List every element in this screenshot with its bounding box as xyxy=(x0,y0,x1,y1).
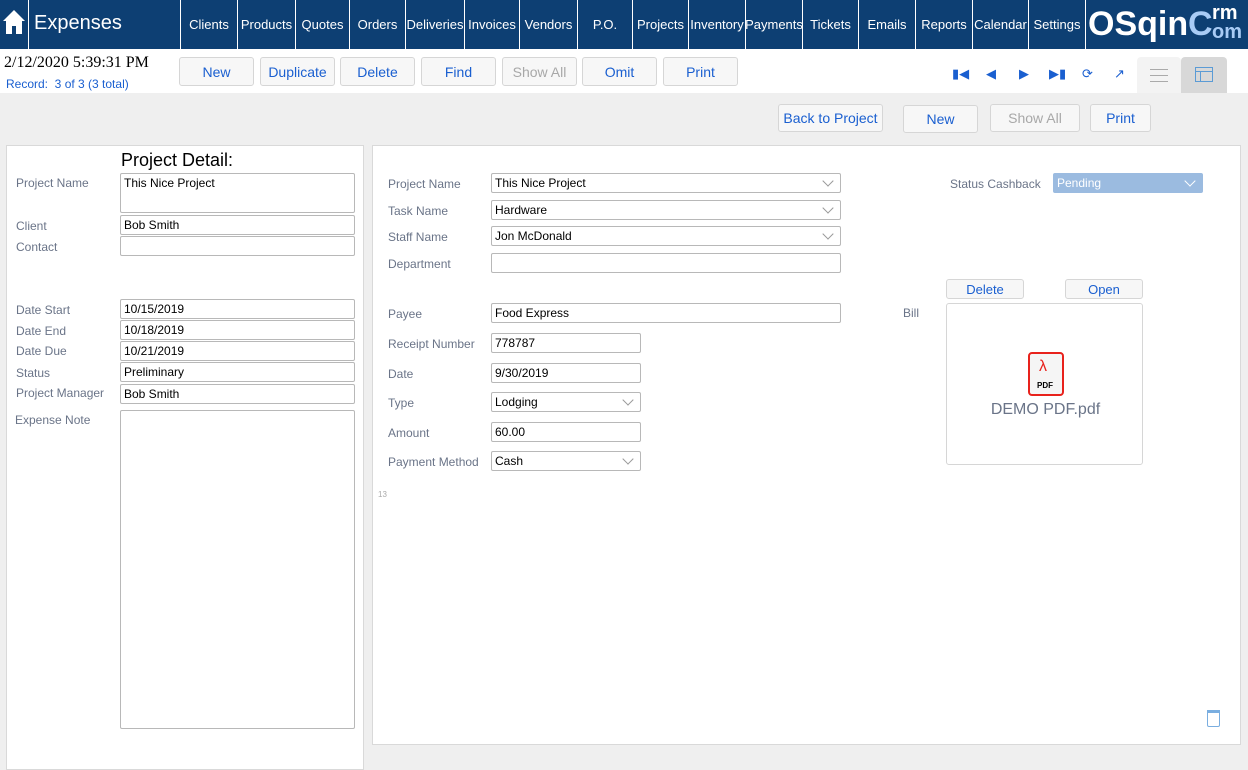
print-button[interactable]: Print xyxy=(663,57,738,86)
bill-container[interactable]: λ PDF DEMO PDF.pdf xyxy=(946,303,1143,465)
find-button[interactable]: Find xyxy=(421,57,496,86)
external-link-icon[interactable]: ↗ xyxy=(1114,66,1125,82)
back-to-project-button[interactable]: Back to Project xyxy=(778,104,883,132)
date-due-field[interactable]: 10/21/2019 xyxy=(120,341,355,361)
show-all-expenses-button[interactable]: Show All xyxy=(990,104,1080,132)
client-field[interactable]: Bob Smith xyxy=(120,215,355,235)
department-field[interactable] xyxy=(491,253,841,273)
previous-record-icon[interactable]: ◀ xyxy=(986,66,996,82)
nav-payments[interactable]: Payments xyxy=(745,0,803,49)
first-record-icon[interactable]: ▮◀ xyxy=(952,66,969,82)
date-field[interactable]: 9/30/2019 xyxy=(491,363,641,383)
new-button[interactable]: New xyxy=(179,57,254,86)
home-icon[interactable] xyxy=(2,8,26,36)
nav-tickets[interactable]: Tickets xyxy=(802,0,858,49)
pdf-icon: λ PDF xyxy=(1028,352,1064,396)
refresh-icon[interactable]: ⟳ xyxy=(1082,66,1093,82)
form-view-icon[interactable] xyxy=(1181,57,1227,93)
nav-settings[interactable]: Settings xyxy=(1028,0,1085,49)
project-manager-field[interactable]: Bob Smith xyxy=(120,384,355,404)
status-cashback-select[interactable]: Pending xyxy=(1053,173,1203,193)
nav-products[interactable]: Products xyxy=(237,0,295,49)
print-expense-button[interactable]: Print xyxy=(1090,104,1151,132)
status-field[interactable]: Preliminary xyxy=(120,362,355,382)
nav-vendors[interactable]: Vendors xyxy=(519,0,577,49)
nav-inventory[interactable]: Inventory xyxy=(688,0,745,49)
nav-calendar[interactable]: Calendar xyxy=(972,0,1028,49)
nav-reports[interactable]: Reports xyxy=(915,0,972,49)
next-record-icon[interactable]: ▶ xyxy=(1019,66,1029,82)
type-select[interactable]: Lodging xyxy=(491,392,641,412)
show-all-button[interactable]: Show All xyxy=(502,57,577,86)
nav-invoices[interactable]: Invoices xyxy=(464,0,519,49)
open-bill-button[interactable]: Open xyxy=(1065,279,1143,299)
expense-note-field[interactable] xyxy=(120,410,355,729)
payee-field[interactable]: Food Express xyxy=(491,303,841,323)
project-name-field[interactable]: This Nice Project xyxy=(120,173,355,213)
payment-method-select[interactable]: Cash xyxy=(491,451,641,471)
contact-field[interactable] xyxy=(120,236,355,256)
nav-quotes[interactable]: Quotes xyxy=(295,0,349,49)
datetime: 2/12/2020 5:39:31 PM xyxy=(4,54,149,71)
nav-emails[interactable]: Emails xyxy=(858,0,915,49)
amount-field[interactable]: 60.00 xyxy=(491,422,641,442)
omit-button[interactable]: Omit xyxy=(582,57,657,86)
small-number: 13 xyxy=(378,490,387,499)
top-nav: Expenses Clients Products Quotes Orders Deli… xyxy=(0,0,1248,49)
trash-icon[interactable] xyxy=(1207,710,1220,727)
date-end-field[interactable]: 10/18/2019 xyxy=(120,320,355,340)
record-counter: Record: 3 of 3 (3 total) xyxy=(6,77,129,91)
duplicate-button[interactable]: Duplicate xyxy=(260,57,335,86)
last-record-icon[interactable]: ▶▮ xyxy=(1049,66,1066,82)
delete-button[interactable]: Delete xyxy=(340,57,415,86)
nav-clients[interactable]: Clients xyxy=(180,0,237,49)
nav-orders[interactable]: Orders xyxy=(349,0,405,49)
list-view-icon[interactable] xyxy=(1137,57,1181,93)
project-detail-title: Project Detail: xyxy=(121,150,234,170)
bill-filename: DEMO PDF.pdf xyxy=(990,401,1101,418)
nav-projects[interactable]: Projects xyxy=(632,0,688,49)
nav-deliveries[interactable]: Deliveries xyxy=(405,0,464,49)
new-expense-button[interactable]: New xyxy=(903,105,978,133)
delete-bill-button[interactable]: Delete xyxy=(946,279,1024,299)
date-start-field[interactable]: 10/15/2019 xyxy=(120,299,355,319)
nav-po[interactable]: P.O. xyxy=(577,0,632,49)
app-title: Expenses xyxy=(34,12,122,34)
task-name-select[interactable]: Hardware xyxy=(491,200,841,220)
project-name-select[interactable]: This Nice Project xyxy=(491,173,841,193)
staff-name-select[interactable]: Jon McDonald xyxy=(491,226,841,246)
logo: OSqin C rm om xyxy=(1085,0,1248,49)
receipt-number-field[interactable]: 778787 xyxy=(491,333,641,353)
